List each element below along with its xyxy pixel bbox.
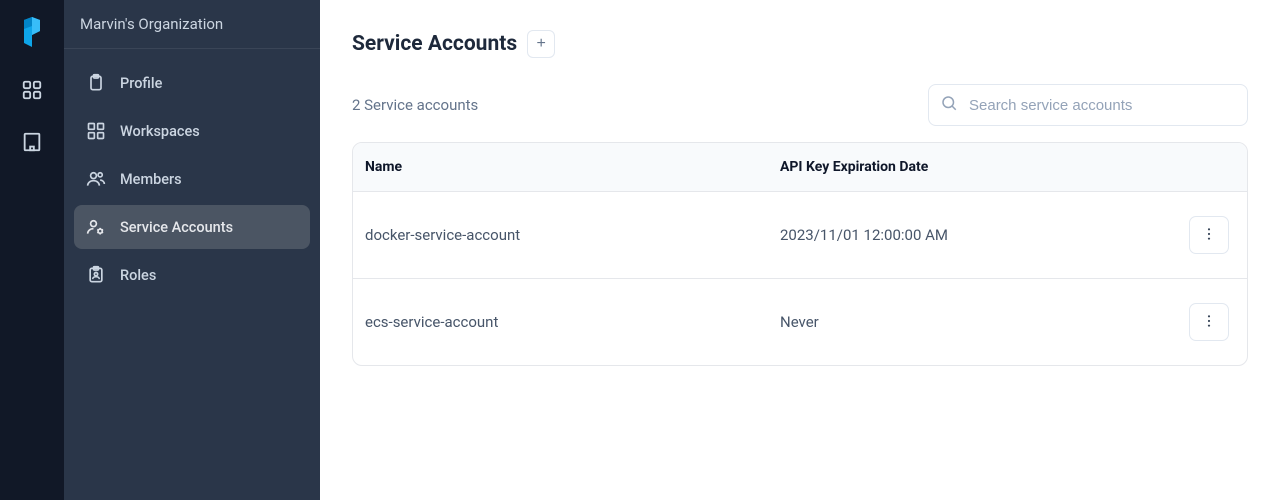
- clipboard-icon: [86, 73, 106, 93]
- column-header-expiration: API Key Expiration Date: [780, 159, 1175, 175]
- cell-expiration: Never: [780, 313, 1175, 331]
- id-badge-icon: [86, 265, 106, 285]
- more-vertical-icon: [1201, 313, 1217, 332]
- cell-name: ecs-service-account: [365, 313, 780, 331]
- sidebar-item-label: Members: [120, 171, 182, 188]
- sidebar-item-label: Workspaces: [120, 123, 200, 140]
- page-header: Service Accounts +: [352, 30, 1248, 58]
- user-gear-icon: [86, 217, 106, 237]
- sidebar: Marvin's Organization Profile Workspac: [64, 0, 320, 500]
- organization-icon[interactable]: [20, 130, 44, 154]
- search-wrap: [928, 84, 1248, 126]
- add-service-account-button[interactable]: +: [527, 30, 555, 58]
- sidebar-item-label: Profile: [120, 75, 162, 92]
- table-row: docker-service-account 2023/11/01 12:00:…: [353, 192, 1247, 279]
- search-input[interactable]: [928, 84, 1248, 126]
- column-header-actions: [1175, 159, 1235, 175]
- sidebar-item-service-accounts[interactable]: Service Accounts: [74, 205, 310, 249]
- sidebar-item-roles[interactable]: Roles: [74, 253, 310, 297]
- cell-actions: [1175, 303, 1235, 341]
- table-row: ecs-service-account Never: [353, 279, 1247, 365]
- page-title: Service Accounts: [352, 32, 517, 56]
- service-accounts-table: Name API Key Expiration Date docker-serv…: [352, 142, 1248, 366]
- sidebar-item-profile[interactable]: Profile: [74, 61, 310, 105]
- more-vertical-icon: [1201, 226, 1217, 245]
- sidebar-item-workspaces[interactable]: Workspaces: [74, 109, 310, 153]
- cell-name: docker-service-account: [365, 226, 780, 244]
- column-header-name: Name: [365, 159, 780, 175]
- dashboard-icon[interactable]: [20, 78, 44, 102]
- grid-icon: [86, 121, 106, 141]
- row-actions-button[interactable]: [1189, 216, 1229, 254]
- users-icon: [86, 169, 106, 189]
- main-content: Service Accounts + 2 Service accounts Na…: [320, 0, 1280, 500]
- app-logo[interactable]: [18, 14, 46, 50]
- sidebar-item-label: Roles: [120, 267, 156, 284]
- sidebar-item-label: Service Accounts: [120, 219, 233, 236]
- sidebar-item-members[interactable]: Members: [74, 157, 310, 201]
- results-count: 2 Service accounts: [352, 96, 478, 114]
- cell-expiration: 2023/11/01 12:00:00 AM: [780, 226, 1175, 244]
- org-name[interactable]: Marvin's Organization: [64, 0, 320, 49]
- icon-rail: [0, 0, 64, 500]
- table-header: Name API Key Expiration Date: [353, 143, 1247, 192]
- sidebar-nav: Profile Workspaces: [64, 49, 320, 309]
- controls-row: 2 Service accounts: [352, 84, 1248, 126]
- row-actions-button[interactable]: [1189, 303, 1229, 341]
- cell-actions: [1175, 216, 1235, 254]
